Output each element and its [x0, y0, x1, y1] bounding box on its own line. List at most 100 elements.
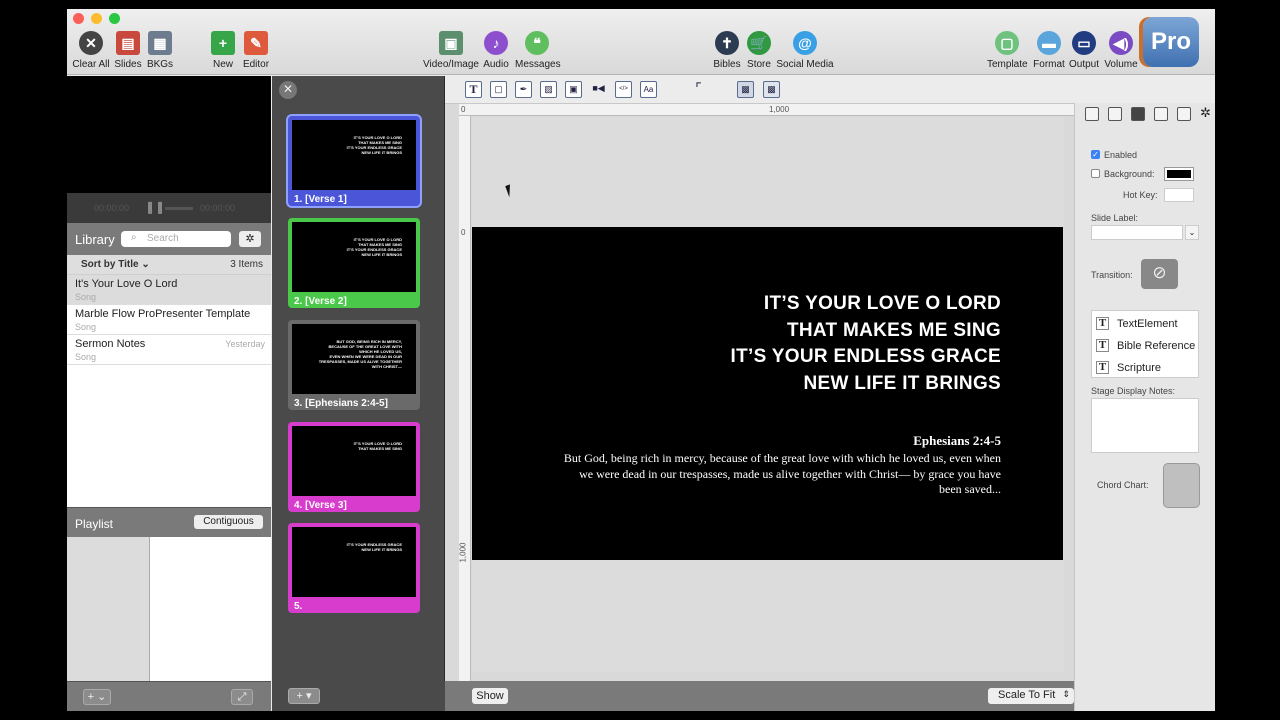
ticker-tool-icon[interactable]: Aa	[640, 81, 657, 98]
bkgs-button[interactable]: ▦ BKGs	[146, 31, 174, 70]
format-label: Format	[1033, 59, 1065, 70]
social-media-button[interactable]: @ Social Media	[775, 31, 835, 70]
library-item[interactable]: It's Your Love O Lord Song	[67, 275, 271, 305]
add-slide-button[interactable]: + ▾	[288, 688, 320, 704]
editor-button[interactable]: ✎ Editor	[241, 31, 271, 70]
slide-label: 2. [Verse 2]	[294, 296, 347, 307]
slide-thumbnail[interactable]: IT'S YOUR LOVE O LORD THAT MAKES ME SING I…	[288, 116, 420, 206]
output-button[interactable]: ▭ Output	[1068, 31, 1100, 70]
scale-select[interactable]: Scale To Fit ⇕	[988, 688, 1074, 704]
search-icon: ⌕	[131, 232, 137, 243]
vertical-ruler: 0 1,000	[459, 116, 471, 701]
chevron-down-icon[interactable]: ⌄	[1185, 225, 1199, 240]
element-label: TextElement	[1117, 317, 1178, 330]
image-tool-icon[interactable]: ▨	[540, 81, 557, 98]
social-media-icon: @	[793, 31, 817, 55]
video-tool-icon[interactable]: ■◀	[590, 81, 607, 98]
layers-tab-icon[interactable]	[1154, 107, 1168, 121]
enabled-checkbox[interactable]: ✓	[1091, 150, 1100, 159]
lyric-line: NEW LIFE IT BRINGS	[803, 372, 1001, 394]
slide-canvas[interactable]: IT’S YOUR LOVE O LORD THAT MAKES ME SING…	[472, 227, 1063, 560]
hotkey-field[interactable]	[1164, 188, 1194, 202]
element-list-item[interactable]: T Scripture	[1092, 355, 1198, 377]
send-backward-icon[interactable]: ▩	[763, 81, 780, 98]
expand-icon[interactable]: ⤢	[231, 689, 253, 705]
document-tab-icon[interactable]	[1085, 107, 1099, 121]
library-count: 3 Items	[230, 259, 263, 270]
add-menu-button[interactable]: + ⌄	[83, 689, 111, 705]
media-tool-icon[interactable]: ▣	[565, 81, 582, 98]
video-image-button[interactable]: ▣ Video/Image	[423, 31, 479, 70]
messages-icon: ❝	[525, 31, 549, 55]
library-item-title: Marble Flow ProPresenter Template	[75, 308, 251, 320]
clear-all-icon: ✕	[79, 31, 103, 55]
format-button[interactable]: ▬ Format	[1032, 31, 1066, 70]
volume-button[interactable]: ◀) Volume	[1103, 31, 1139, 70]
lyric-line: THAT MAKES ME SING	[786, 319, 1001, 341]
slide-thumbnail[interactable]: IT'S YOUR LOVE O LORD THAT MAKES ME SING 4…	[288, 422, 420, 512]
slide-thumbnail[interactable]: BUT GOD, BEING RICH IN MERCY, BECAUSE OF …	[288, 320, 420, 410]
zoom-window-button[interactable]	[109, 13, 120, 24]
library-search-input[interactable]: ⌕ Search	[121, 231, 231, 247]
slide-preview: IT'S YOUR LOVE O LORD THAT MAKES ME SING I…	[292, 120, 416, 190]
search-placeholder: Search	[147, 233, 179, 244]
text-tool-icon[interactable]: T	[465, 81, 482, 98]
lyrics-text-element[interactable]: IT’S YOUR LOVE O LORD THAT MAKES ME SING…	[731, 291, 1001, 397]
stage-notes-label: Stage Display Notes:	[1091, 386, 1176, 396]
library-item[interactable]: Sermon Notes Song Yesterday	[67, 335, 271, 365]
gear-icon[interactable]: ✲	[1200, 106, 1214, 121]
output-icon: ▭	[1072, 31, 1096, 55]
stage-notes-field[interactable]	[1091, 398, 1199, 453]
edit-tab-icon[interactable]	[1177, 107, 1191, 121]
library-item-title: It's Your Love O Lord	[75, 278, 178, 290]
store-icon: 🛒	[747, 31, 771, 55]
bring-forward-icon[interactable]: ▩	[737, 81, 754, 98]
corner-tool-icon[interactable]: ⌜	[690, 81, 707, 98]
shape-tool-icon[interactable]: ▢	[490, 81, 507, 98]
output-preview	[67, 76, 271, 193]
pause-icon[interactable]: ❚❚	[145, 200, 165, 214]
library-item[interactable]: Marble Flow ProPresenter Template Song	[67, 305, 271, 335]
slide-tab-icon[interactable]	[1108, 107, 1122, 121]
element-list-item[interactable]: T TextElement	[1092, 311, 1198, 333]
html-tool-icon[interactable]: </>	[615, 81, 632, 98]
scripture-element[interactable]: But God, being rich in mercy, because of…	[561, 451, 1001, 498]
slide-label: 4. [Verse 3]	[294, 500, 347, 511]
slide-thumbnail[interactable]: IT'S YOUR ENDLESS GRACE NEW LIFE IT BRING…	[288, 523, 420, 613]
slide-strip: ✕ IT'S YOUR LOVE O LORD THAT MAKES ME SIN…	[272, 76, 445, 711]
messages-button[interactable]: ❝ Messages	[515, 31, 561, 70]
library-item-date: Yesterday	[225, 339, 265, 349]
close-icon[interactable]: ✕	[279, 81, 297, 99]
contiguous-button[interactable]: Contiguous	[194, 515, 263, 529]
element-list: T TextElement T Bible Reference T Scripture	[1091, 310, 1199, 378]
template-button[interactable]: ▢ Template	[987, 31, 1028, 70]
store-button[interactable]: 🛒 Store	[745, 31, 773, 70]
show-button[interactable]: Show	[472, 688, 508, 704]
pen-tool-icon[interactable]: ✒	[515, 81, 532, 98]
editor-label: Editor	[242, 59, 270, 70]
template-label: Template	[987, 59, 1028, 70]
background-tab-icon[interactable]	[1131, 107, 1145, 121]
audio-button[interactable]: ♪ Audio	[482, 31, 510, 70]
background-checkbox[interactable]	[1091, 169, 1100, 178]
no-transition-icon[interactable]: ⊘	[1141, 259, 1178, 289]
bible-reference-element[interactable]: Ephesians 2:4-5	[913, 433, 1001, 449]
gear-icon[interactable]: ✲	[239, 231, 261, 247]
slide-editor: T ▢ ✒ ▨ ▣ ■◀ </> Aa ⌜ ▩ ▩ 0 1,000 0 1,00…	[445, 76, 1074, 711]
minimize-window-button[interactable]	[91, 13, 102, 24]
close-window-button[interactable]	[73, 13, 84, 24]
chord-chart-well[interactable]	[1163, 463, 1200, 508]
element-list-item[interactable]: T Bible Reference	[1092, 333, 1198, 355]
transport-scrubber[interactable]	[165, 207, 193, 210]
playlist-list	[67, 537, 150, 681]
slides-button[interactable]: ▤ Slides	[113, 31, 143, 70]
slide-label-field[interactable]	[1091, 225, 1183, 240]
sort-dropdown[interactable]: Sort by Title ⌄	[81, 259, 150, 270]
slides-label: Slides	[114, 59, 142, 70]
new-button[interactable]: + New	[210, 31, 236, 70]
lyric-line: IT’S YOUR ENDLESS GRACE	[730, 346, 1001, 367]
background-color-well[interactable]	[1164, 167, 1194, 181]
slide-thumbnail[interactable]: IT'S YOUR LOVE O LORD THAT MAKES ME SING I…	[288, 218, 420, 308]
bibles-button[interactable]: ✝ Bibles	[712, 31, 742, 70]
clear-all-button[interactable]: ✕ Clear All	[72, 31, 110, 70]
